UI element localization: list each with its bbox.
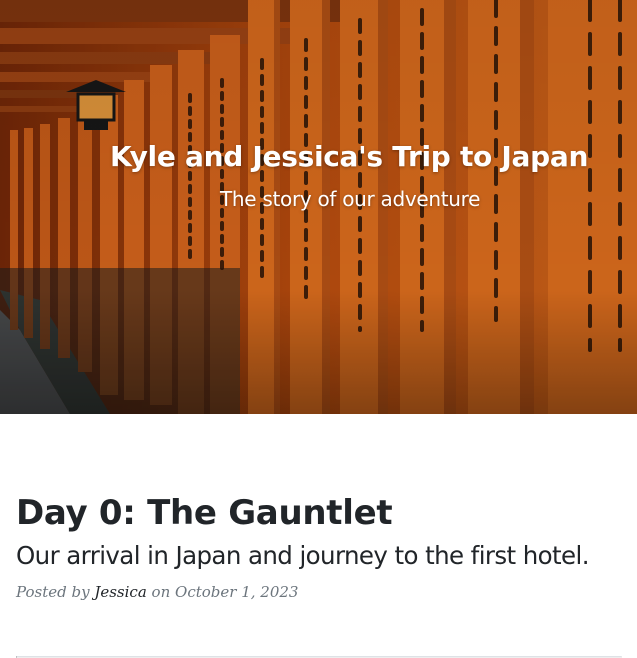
post-meta-prefix: Posted by xyxy=(16,583,95,601)
post-meta-on: on xyxy=(146,583,176,601)
post-preview: Day 0: The Gauntlet Our arrival in Japan… xyxy=(16,490,631,616)
post-title-link[interactable]: Day 0: The Gauntlet xyxy=(16,490,631,536)
masthead: Kyle and Jessica's Trip to Japan The sto… xyxy=(0,0,637,414)
site-title: Kyle and Jessica's Trip to Japan xyxy=(110,140,589,173)
post-date: October 1, 2023 xyxy=(175,583,299,601)
post-meta: Posted by Jessica on October 1, 2023 xyxy=(16,583,631,601)
author-link[interactable]: Jessica xyxy=(94,583,146,601)
site-subtitle: The story of our adventure xyxy=(220,187,481,211)
post-subtitle: Our arrival in Japan and journey to the … xyxy=(16,541,590,570)
